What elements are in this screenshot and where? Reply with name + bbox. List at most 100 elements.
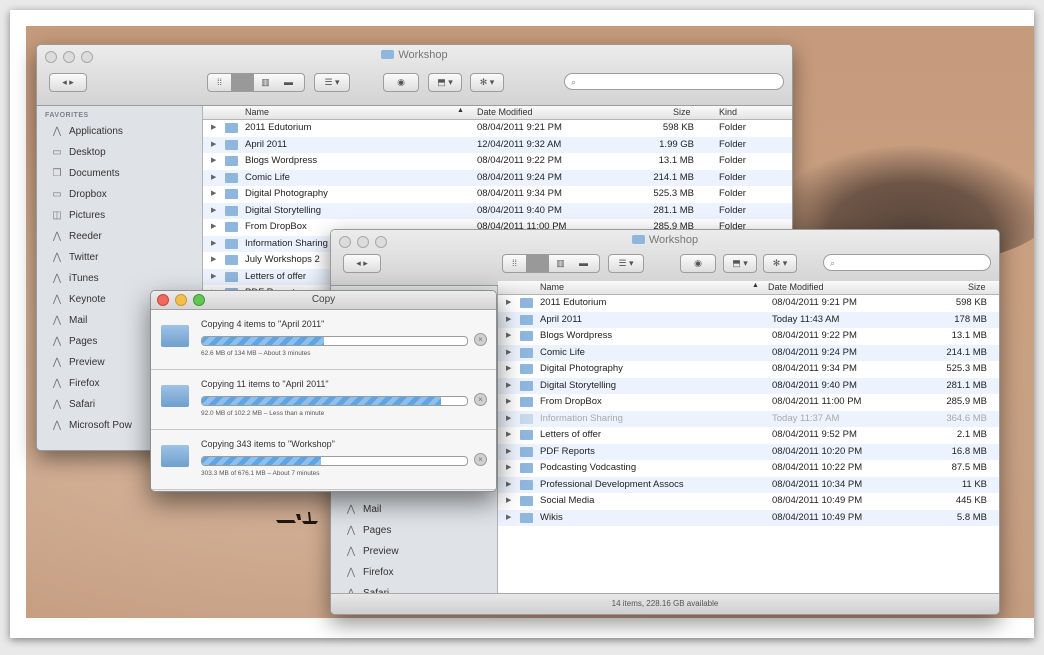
disclosure-triangle-icon[interactable]: ▶ bbox=[506, 447, 511, 455]
search-input[interactable]: ⌕ bbox=[823, 254, 991, 271]
disclosure-triangle-icon[interactable]: ▶ bbox=[211, 272, 216, 280]
back-forward-button[interactable]: ◂ ▸ bbox=[343, 254, 381, 273]
column-size[interactable]: Size bbox=[968, 282, 986, 292]
copy-job-list: Copying 4 items to "April 2011" 62.6 MB o… bbox=[151, 310, 496, 490]
table-row[interactable]: ▶ Blogs Wordpress 08/04/2011 9:22 PM 13.1 M… bbox=[203, 153, 792, 170]
sidebar-item[interactable]: ❒ Documents bbox=[37, 163, 202, 184]
disclosure-triangle-icon[interactable]: ▶ bbox=[506, 381, 511, 389]
table-row[interactable]: ▶ Blogs Wordpress 08/04/2011 9:22 PM 13.1 M… bbox=[498, 328, 999, 345]
disclosure-triangle-icon[interactable]: ▶ bbox=[211, 156, 216, 164]
action-button[interactable]: ✻ ▾ bbox=[470, 73, 504, 92]
sidebar-item[interactable]: ⋀ Reeder bbox=[37, 226, 202, 247]
icon-view-icon[interactable]: ⁞⁞ bbox=[208, 74, 231, 91]
icon-view-icon[interactable]: ⁞⁞ bbox=[503, 255, 526, 272]
column-view-icon[interactable]: ▥ bbox=[254, 74, 277, 91]
disclosure-triangle-icon[interactable]: ▶ bbox=[506, 414, 511, 422]
table-row[interactable]: ▶ From DropBox 08/04/2011 11:00 PM 285.9 MB bbox=[498, 394, 999, 411]
table-row[interactable]: ▶ Digital Photography 08/04/2011 9:34 PM 52… bbox=[498, 361, 999, 378]
copy-dialog[interactable]: Copy Copying 4 items to "April 2011" 62.6… bbox=[150, 290, 497, 492]
table-row[interactable]: ▶ Social Media 08/04/2011 10:49 PM 445 KB bbox=[498, 493, 999, 510]
disclosure-triangle-icon[interactable]: ▶ bbox=[211, 255, 216, 263]
table-row[interactable]: ▶ Comic Life 08/04/2011 9:24 PM 214.1 MB bbox=[498, 344, 999, 361]
sidebar-item[interactable]: ▭ Desktop bbox=[37, 142, 202, 163]
column-name[interactable]: Name bbox=[245, 107, 269, 117]
search-input[interactable]: ⌕ bbox=[564, 73, 784, 90]
table-row[interactable]: ▶ Digital Storytelling 08/04/2011 9:40 PM 2… bbox=[498, 377, 999, 394]
disclosure-triangle-icon[interactable]: ▶ bbox=[506, 364, 511, 372]
sidebar-item[interactable]: ⋀ iTunes bbox=[37, 268, 202, 289]
disclosure-triangle-icon[interactable]: ▶ bbox=[506, 480, 511, 488]
sidebar-item[interactable]: ⋀ Mail bbox=[331, 499, 497, 520]
disclosure-triangle-icon[interactable]: ▶ bbox=[211, 173, 216, 181]
table-row[interactable]: ▶ April 2011 12/04/2011 9:32 AM 1.99 GB Fold… bbox=[203, 136, 792, 153]
sidebar-item[interactable]: ⋀ Pages bbox=[331, 520, 497, 541]
arrange-button[interactable]: ☰ ▾ bbox=[314, 73, 350, 92]
column-name[interactable]: Name bbox=[540, 282, 564, 292]
sidebar-item[interactable]: ◫ Pictures bbox=[37, 205, 202, 226]
table-row[interactable]: ▶ Digital Photography 08/04/2011 9:34 PM 52… bbox=[203, 186, 792, 203]
sidebar-item[interactable]: ▭ Dropbox bbox=[37, 184, 202, 205]
arrange-button[interactable]: ☰ ▾ bbox=[608, 254, 644, 273]
table-row[interactable]: ▶ Wikis 08/04/2011 10:49 PM 5.8 MB bbox=[498, 509, 999, 526]
column-date[interactable]: Date Modified bbox=[477, 107, 533, 117]
search-icon: ⌕ bbox=[830, 258, 836, 268]
column-header[interactable]: Name ▲ Date Modified Size bbox=[498, 281, 999, 295]
cancel-copy-icon[interactable]: × bbox=[474, 393, 487, 406]
table-row[interactable]: ▶ Comic Life 08/04/2011 9:24 PM 214.1 MB Fol… bbox=[203, 169, 792, 186]
column-kind[interactable]: Kind bbox=[719, 107, 737, 117]
list-view-icon[interactable] bbox=[231, 74, 254, 91]
sidebar-item[interactable]: ⋀ Applications bbox=[37, 121, 202, 142]
disclosure-triangle-icon[interactable]: ▶ bbox=[506, 315, 511, 323]
table-row[interactable]: ▶ 2011 Edutorium 08/04/2011 9:21 PM 598 KB bbox=[498, 295, 999, 312]
disclosure-triangle-icon[interactable]: ▶ bbox=[211, 140, 216, 148]
column-date[interactable]: Date Modified bbox=[768, 282, 824, 292]
disclosure-triangle-icon[interactable]: ▶ bbox=[506, 513, 511, 521]
disclosure-triangle-icon[interactable]: ▶ bbox=[506, 463, 511, 471]
file-name: From DropBox bbox=[245, 221, 307, 232]
cancel-copy-icon[interactable]: × bbox=[474, 333, 487, 346]
sidebar-item[interactable]: ⋀ Preview bbox=[331, 541, 497, 562]
disclosure-triangle-icon[interactable]: ▶ bbox=[211, 222, 216, 230]
share-button[interactable]: ⬒ ▾ bbox=[723, 254, 757, 273]
disclosure-triangle-icon[interactable]: ▶ bbox=[506, 331, 511, 339]
list-view-icon[interactable] bbox=[526, 255, 549, 272]
table-row[interactable]: ▶ PDF Reports 08/04/2011 10:20 PM 16.8 MB bbox=[498, 443, 999, 460]
table-row[interactable]: ▶ Digital Storytelling 08/04/2011 9:40 PM 2… bbox=[203, 202, 792, 219]
sidebar-item[interactable]: ⋀ Twitter bbox=[37, 247, 202, 268]
view-switcher[interactable]: ⁞⁞ ▥ ▬ bbox=[207, 73, 305, 92]
column-header[interactable]: Name ▲ Date Modified Size Kind bbox=[203, 106, 792, 120]
coverflow-view-icon[interactable]: ▬ bbox=[277, 74, 300, 91]
minimize-button[interactable] bbox=[175, 294, 187, 306]
disclosure-triangle-icon[interactable]: ▶ bbox=[211, 239, 216, 247]
column-size[interactable]: Size bbox=[673, 107, 691, 117]
disclosure-triangle-icon[interactable]: ▶ bbox=[506, 298, 511, 306]
table-row[interactable]: ▶ Information Sharing Today 11:37 AM 364.6 … bbox=[498, 410, 999, 427]
zoom-button[interactable] bbox=[193, 294, 205, 306]
table-row[interactable]: ▶ Professional Development Assocs 08/04/20… bbox=[498, 476, 999, 493]
share-button[interactable]: ⬒ ▾ bbox=[428, 73, 462, 92]
close-button[interactable] bbox=[157, 294, 169, 306]
column-view-icon[interactable]: ▥ bbox=[549, 255, 572, 272]
action-button[interactable]: ✻ ▾ bbox=[763, 254, 797, 273]
cancel-copy-icon[interactable]: × bbox=[474, 453, 487, 466]
disclosure-triangle-icon[interactable]: ▶ bbox=[506, 348, 511, 356]
copy-titlebar[interactable]: Copy bbox=[151, 291, 496, 310]
quicklook-button[interactable]: ◉ bbox=[680, 254, 716, 273]
back-forward-button[interactable]: ◂ ▸ bbox=[49, 73, 87, 92]
titlebar[interactable]: Workshop ◂ ▸ ⁞⁞ ▥ ▬ ☰ ▾ ◉ ⬒ ▾ ✻ ▾ ⌕ bbox=[37, 45, 792, 106]
titlebar[interactable]: Workshop ◂ ▸ ⁞⁞ ▥ ▬ ☰ ▾ ◉ ⬒ ▾ ✻ ▾ ⌕ bbox=[331, 230, 999, 286]
table-row[interactable]: ▶ April 2011 Today 11:43 AM 178 MB bbox=[498, 311, 999, 328]
disclosure-triangle-icon[interactable]: ▶ bbox=[506, 397, 511, 405]
disclosure-triangle-icon[interactable]: ▶ bbox=[211, 206, 216, 214]
coverflow-view-icon[interactable]: ▬ bbox=[572, 255, 595, 272]
view-switcher[interactable]: ⁞⁞ ▥ ▬ bbox=[502, 254, 600, 273]
quicklook-button[interactable]: ◉ bbox=[383, 73, 419, 92]
disclosure-triangle-icon[interactable]: ▶ bbox=[211, 123, 216, 131]
table-row[interactable]: ▶ Podcasting Vodcasting 08/04/2011 10:22 P… bbox=[498, 460, 999, 477]
disclosure-triangle-icon[interactable]: ▶ bbox=[506, 430, 511, 438]
disclosure-triangle-icon[interactable]: ▶ bbox=[506, 496, 511, 504]
table-row[interactable]: ▶ 2011 Edutorium 08/04/2011 9:21 PM 598 KB F… bbox=[203, 120, 792, 137]
disclosure-triangle-icon[interactable]: ▶ bbox=[211, 189, 216, 197]
table-row[interactable]: ▶ Letters of offer 08/04/2011 9:52 PM 2.1 M… bbox=[498, 427, 999, 444]
sidebar-item[interactable]: ⋀ Firefox bbox=[331, 562, 497, 583]
